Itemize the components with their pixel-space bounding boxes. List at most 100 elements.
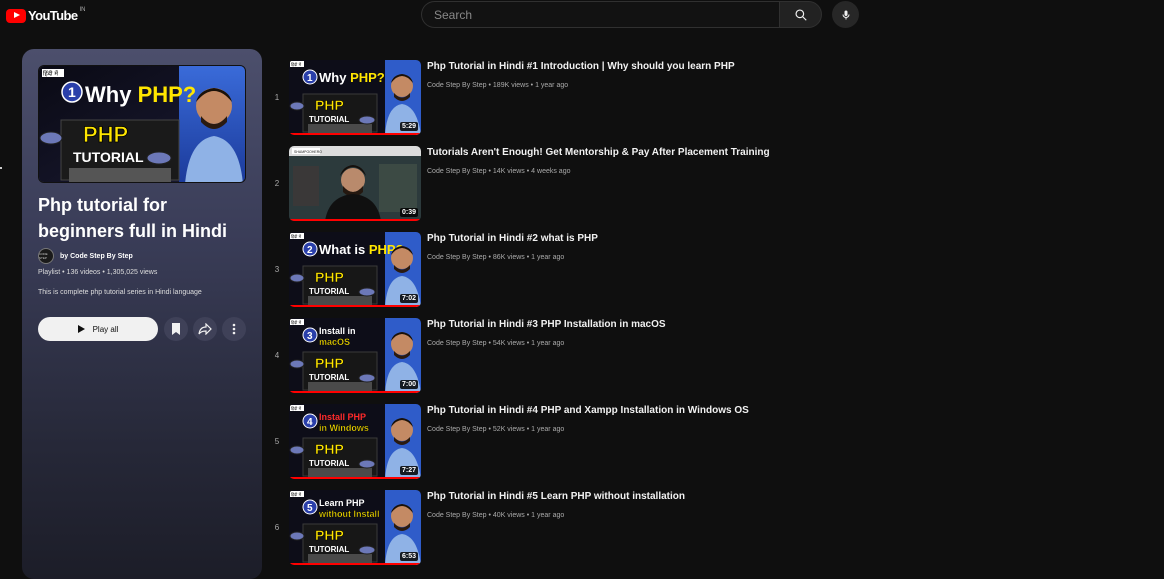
svg-text:Why PHP?: Why PHP? (85, 82, 196, 107)
share-icon (198, 323, 212, 335)
svg-text:2: 2 (307, 245, 313, 256)
svg-text:PHP: PHP (315, 527, 344, 543)
logo-text: YouTube (28, 8, 78, 23)
video-index: 4 (274, 351, 280, 360)
video-age: 1 year ago (531, 512, 565, 519)
country-code: IN (79, 6, 86, 13)
video-channel[interactable]: Code Step By Step (427, 512, 487, 519)
video-thumbnail[interactable]: हिंदी में 3 Install in macOS PHP TUTORIA… (289, 318, 421, 393)
svg-text:PHP: PHP (315, 441, 344, 457)
youtube-play-logo-icon (6, 8, 26, 23)
video-age: 1 year ago (531, 426, 565, 433)
search-input[interactable] (422, 2, 780, 27)
playlist-view-count: 1,305,025 views (106, 269, 158, 276)
channel-name[interactable]: by Code Step By Step (60, 253, 133, 260)
video-title[interactable]: Php Tutorial in Hindi #2 what is PHP (427, 232, 827, 246)
watch-progress-bar (289, 477, 421, 479)
playlist-cover-thumbnail[interactable]: हिंदी में 1 Why PHP? PHP TUTORIAL (38, 65, 246, 183)
svg-text:हिंदी में: हिंदी में (291, 62, 302, 67)
cover-art: हिंदी में 1 Why PHP? PHP TUTORIAL (39, 66, 245, 182)
search-icon (794, 8, 807, 21)
video-channel[interactable]: Code Step By Step (427, 340, 487, 347)
video-meta: Code Step By Step • 52K views • 1 year a… (427, 426, 565, 433)
video-channel[interactable]: Code Step By Step (427, 82, 487, 89)
svg-text:5: 5 (307, 503, 313, 514)
playlist-video-row[interactable]: 5 हिंदी में 4 Install PHP in Windows PHP… (262, 404, 822, 482)
video-thumbnail[interactable]: SHAMPOOHERO 0:39 (289, 146, 421, 221)
svg-text:PHP: PHP (315, 355, 344, 371)
playlist-video-row[interactable]: 3 हिंदी में 2 What is PHP? PHP TUTORIAL (262, 232, 822, 310)
video-meta: Code Step By Step • 40K views • 1 year a… (427, 512, 565, 519)
video-age: 1 year ago (535, 82, 569, 89)
cover-headline-a: Why (85, 82, 138, 107)
video-thumbnail[interactable]: हिंदी में 5 Learn PHP without Install PH… (289, 490, 421, 565)
play-all-button[interactable]: Play all (38, 317, 158, 341)
video-views: 54K views (492, 340, 525, 347)
playlist-channel[interactable]: CODE STEP by Code Step By Step (38, 248, 133, 264)
video-title[interactable]: Tutorials Aren't Enough! Get Mentorship … (427, 146, 827, 160)
playlist-video-row[interactable]: 6 हिंदी में 5 Learn PHP without Install … (262, 490, 822, 568)
watch-progress-bar (289, 391, 421, 393)
svg-text:TUTORIAL: TUTORIAL (309, 459, 349, 468)
video-channel[interactable]: Code Step By Step (427, 254, 487, 261)
svg-text:Install in: Install in (319, 326, 356, 336)
playlist-video-row[interactable]: 2 SHAMPOOHERO 0:39 Tutorials Aren't Enou… (262, 146, 822, 224)
cover-headline-b: PHP? (138, 82, 197, 107)
video-thumbnail[interactable]: हिंदी में 2 What is PHP? PHP TUTORIAL 7:… (289, 232, 421, 307)
video-duration: 6:53 (399, 552, 418, 561)
youtube-logo[interactable]: YouTube IN (6, 6, 86, 23)
cover-tag: हिंदी में (43, 70, 58, 78)
playlist-header-panel: हिंदी में 1 Why PHP? PHP TUTORIAL Php tu… (22, 49, 262, 579)
video-age: 4 weeks ago (531, 168, 571, 175)
video-channel[interactable]: Code Step By Step (427, 168, 487, 175)
top-header: YouTube IN (0, 0, 1164, 30)
svg-text:4: 4 (307, 417, 313, 428)
svg-text:Install PHP: Install PHP (319, 412, 366, 422)
thumb-badge: SHAMPOOHERO (294, 150, 322, 154)
playlist-video-row[interactable]: 4 हिंदी में 3 Install in macOS PHP TUTOR… (262, 318, 822, 396)
play-icon (77, 325, 85, 333)
svg-text:What is PHP?: What is PHP? (319, 242, 404, 257)
svg-text:TUTORIAL: TUTORIAL (309, 373, 349, 382)
microphone-icon (842, 10, 849, 19)
svg-text:in Windows: in Windows (319, 423, 369, 433)
svg-text:TUTORIAL: TUTORIAL (309, 287, 349, 296)
video-views: 14K views (492, 168, 525, 175)
channel-avatar[interactable]: CODE STEP (38, 248, 54, 264)
video-duration: 7:00 (399, 380, 418, 389)
video-title[interactable]: Php Tutorial in Hindi #1 Introduction | … (427, 60, 827, 74)
video-duration: 5:29 (399, 122, 418, 131)
watch-progress-bar (289, 133, 421, 135)
svg-text:Learn PHP: Learn PHP (319, 498, 365, 508)
video-index: 2 (274, 179, 280, 188)
video-title[interactable]: Php Tutorial in Hindi #5 Learn PHP witho… (427, 490, 827, 504)
video-views: 52K views (492, 426, 525, 433)
video-meta: Code Step By Step • 189K views • 1 year … (427, 82, 569, 89)
more-vertical-icon (232, 323, 236, 335)
video-title[interactable]: Php Tutorial in Hindi #4 PHP and Xampp I… (427, 404, 827, 418)
svg-text:3: 3 (307, 331, 313, 342)
play-all-label: Play all (92, 324, 119, 334)
svg-text:TUTORIAL: TUTORIAL (309, 545, 349, 554)
playlist-video-row[interactable]: 1 हिंदी में 1 Why PHP? PHP TUTORIAL 5:29… (262, 60, 822, 138)
svg-text:without Install: without Install (318, 509, 380, 519)
svg-text:हिंदी में: हिंदी में (291, 234, 302, 239)
video-channel[interactable]: Code Step By Step (427, 426, 487, 433)
svg-text:PHP: PHP (315, 269, 344, 285)
video-title[interactable]: Php Tutorial in Hindi #3 PHP Installatio… (427, 318, 827, 332)
video-thumbnail[interactable]: हिंदी में 4 Install PHP in Windows PHP T… (289, 404, 421, 479)
more-options-button[interactable] (222, 317, 246, 341)
share-button[interactable] (193, 317, 217, 341)
svg-text:1: 1 (307, 73, 313, 84)
video-meta: Code Step By Step • 86K views • 1 year a… (427, 254, 565, 261)
watch-progress-bar (289, 219, 421, 221)
playlist-type: Playlist (38, 269, 61, 276)
video-views: 189K views (492, 82, 529, 89)
voice-search-button[interactable] (832, 1, 859, 28)
search-button[interactable] (779, 1, 822, 28)
svg-text:हिंदी में: हिंदी में (291, 320, 302, 325)
playlist-description: This is complete php tutorial series in … (38, 289, 202, 296)
video-thumbnail[interactable]: हिंदी में 1 Why PHP? PHP TUTORIAL 5:29 (289, 60, 421, 135)
save-playlist-button[interactable] (164, 317, 188, 341)
video-index: 1 (274, 93, 280, 102)
